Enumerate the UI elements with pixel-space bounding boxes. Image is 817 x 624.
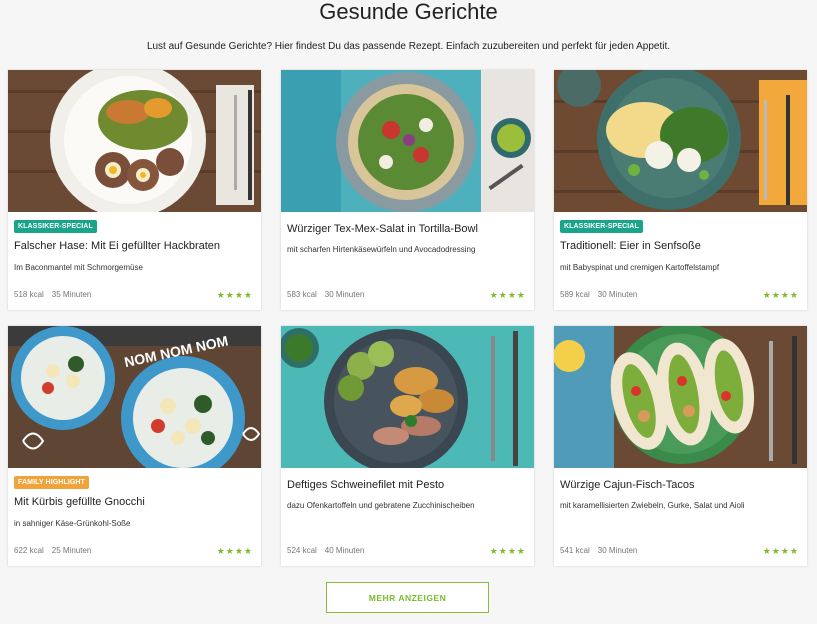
rating-stars: ★★★★ (489, 290, 526, 300)
recipe-kcal: 518 kcal (14, 290, 44, 299)
recipe-card[interactable]: NOM NOM NOM FAMILY HIGHLIGHT Mit Kürbis … (8, 326, 261, 566)
recipe-title[interactable]: Traditionell: Eier in Senfsoße (560, 240, 801, 252)
recipe-title[interactable]: Falscher Hase: Mit Ei gefüllter Hackbrat… (14, 240, 255, 252)
badge-klassiker: KLASSIKER-SPECIAL (14, 220, 97, 233)
recipe-description: mit karamellisierten Zwiebeln, Gurke, Sa… (560, 501, 745, 510)
recipe-description: Im Baconmantel mit Schmorgemüse (14, 263, 143, 272)
recipe-kcal: 524 kcal (287, 546, 317, 555)
recipe-card[interactable]: Deftiges Schweinefilet mit Pesto dazu Of… (281, 326, 534, 566)
recipe-kcal: 622 kcal (14, 546, 44, 555)
badge-family: FAMILY HIGHLIGHT (14, 476, 89, 489)
rating-stars: ★★★★ (216, 290, 253, 300)
page-title: Gesunde Gerichte (319, 0, 498, 24)
recipe-description: dazu Ofenkartoffeln und gebratene Zucchi… (287, 501, 475, 510)
recipe-title[interactable]: Würziger Tex-Mex-Salat in Tortilla-Bowl (287, 223, 528, 235)
recipe-time: 30 Minuten (324, 290, 365, 299)
badge-klassiker: KLASSIKER-SPECIAL (560, 220, 643, 233)
recipe-title[interactable]: Deftiges Schweinefilet mit Pesto (287, 479, 528, 491)
rating-stars: ★★★★ (489, 546, 526, 556)
recipe-time: 25 Minuten (51, 546, 92, 555)
recipe-time: 30 Minuten (597, 290, 638, 299)
page-subtitle: Lust auf Gesunde Gerichte? Hier findest … (146, 41, 671, 52)
recipe-kcal: 583 kcal (287, 290, 317, 299)
recipe-kcal: 541 kcal (560, 546, 590, 555)
recipe-image[interactable] (281, 326, 534, 468)
recipe-image[interactable]: NOM NOM NOM (8, 326, 261, 468)
recipe-card[interactable]: Würziger Tex-Mex-Salat in Tortilla-Bowl … (281, 70, 534, 310)
recipe-time: 40 Minuten (324, 546, 365, 555)
rating-stars: ★★★★ (762, 290, 799, 300)
recipe-description: in sahniger Käse-Grünkohl-Soße (14, 519, 131, 528)
recipe-title[interactable]: Würzige Cajun-Fisch-Tacos (560, 479, 801, 491)
recipe-meta: 541 kcal 30 Minuten (560, 546, 637, 555)
recipe-card[interactable]: Würzige Cajun-Fisch-Tacos mit karamellis… (554, 326, 807, 566)
rating-stars: ★★★★ (216, 546, 253, 556)
recipe-image[interactable] (554, 70, 807, 212)
recipe-card[interactable]: KLASSIKER-SPECIAL Traditionell: Eier in … (554, 70, 807, 310)
recipe-card[interactable]: KLASSIKER-SPECIAL Falscher Hase: Mit Ei … (8, 70, 261, 310)
recipe-image[interactable] (8, 70, 261, 212)
recipe-image[interactable] (554, 326, 807, 468)
recipe-image[interactable] (281, 70, 534, 212)
recipe-description: mit Babyspinat und cremigen Kartoffelsta… (560, 263, 720, 272)
more-button[interactable]: MEHR ANZEIGEN (326, 582, 489, 613)
recipe-meta: 589 kcal 30 Minuten (560, 290, 637, 299)
recipe-meta: 518 kcal 35 Minuten (14, 290, 91, 299)
recipe-time: 30 Minuten (597, 546, 638, 555)
recipe-meta: 583 kcal 30 Minuten (287, 290, 364, 299)
recipe-meta: 622 kcal 25 Minuten (14, 546, 91, 555)
recipe-meta: 524 kcal 40 Minuten (287, 546, 364, 555)
recipe-title[interactable]: Mit Kürbis gefüllte Gnocchi (14, 496, 255, 508)
recipe-kcal: 589 kcal (560, 290, 590, 299)
rating-stars: ★★★★ (762, 546, 799, 556)
recipe-description: mit scharfen Hirtenkäsewürfeln und Avoca… (287, 245, 476, 254)
recipe-time: 35 Minuten (51, 290, 92, 299)
